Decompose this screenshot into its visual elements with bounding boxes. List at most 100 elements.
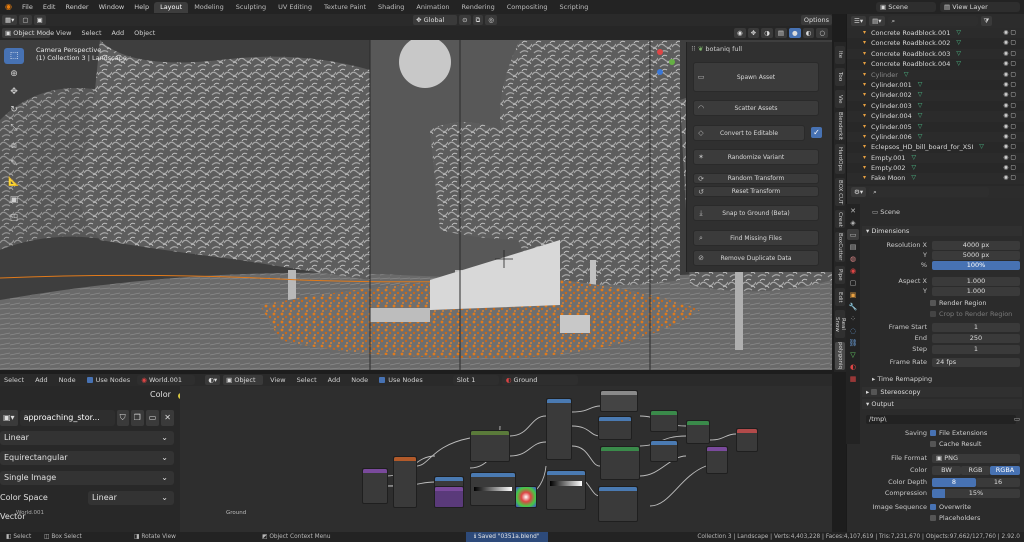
tab-edit[interactable]: Edit bbox=[835, 288, 845, 306]
frame-rate-dropdown[interactable]: 24 fps bbox=[932, 358, 1020, 367]
convert-checkbox[interactable]: ✓ bbox=[811, 127, 822, 138]
cage-tool-icon[interactable]: ◳ bbox=[4, 210, 24, 226]
slot-dropdown[interactable]: Slot 1 bbox=[452, 375, 499, 385]
world-selector[interactable]: ◉ World.001 bbox=[137, 375, 196, 385]
time-remapping-row[interactable]: ▸ Time Remapping bbox=[862, 375, 1022, 384]
tab-view[interactable]: Vie bbox=[835, 90, 845, 108]
menu-view[interactable]: View bbox=[52, 27, 75, 39]
tab-modeling[interactable]: Modeling bbox=[188, 2, 230, 13]
frame-step-field[interactable]: 1 bbox=[932, 345, 1020, 354]
add-cube-tool-icon[interactable]: ▣ bbox=[4, 192, 24, 208]
menu-render[interactable]: Render bbox=[60, 0, 93, 14]
dimensions-section[interactable]: ▾ Dimensions bbox=[862, 226, 1022, 236]
node-add-shader[interactable] bbox=[686, 420, 710, 444]
tab-sculpting[interactable]: Sculpting bbox=[230, 2, 272, 13]
shader-node-editor[interactable]: Ground bbox=[180, 386, 832, 532]
outliner-row[interactable]: ▾ Cylinder.004 ▽ ◉ ▢ bbox=[847, 111, 1024, 122]
object-mode-dropdown[interactable]: ▣ Object Mode bbox=[2, 28, 54, 38]
render-region-row[interactable]: Render Region bbox=[862, 299, 1022, 308]
visibility-toggle-icon[interactable]: ◉ ▢ bbox=[1003, 173, 1016, 183]
measure-tool-icon[interactable]: 📐 bbox=[4, 174, 24, 190]
image-name-field[interactable]: approaching_stor... bbox=[19, 410, 115, 426]
object-shader-dropdown[interactable]: ▣ Object bbox=[223, 375, 264, 385]
tab-create[interactable]: Creat bbox=[835, 210, 845, 228]
material-props-icon[interactable]: ◐ bbox=[847, 361, 859, 372]
tab-boxcutter[interactable]: BoxCutter bbox=[835, 232, 845, 262]
visibility-toggle-icon[interactable]: ◉ ▢ bbox=[1003, 28, 1016, 38]
outliner-row[interactable]: ▾ Empty.002 ▽ ◉ ▢ bbox=[847, 163, 1024, 173]
output-props-icon[interactable]: ▭ bbox=[847, 229, 859, 240]
object-props-icon[interactable]: ▣ bbox=[847, 289, 859, 300]
node-image-preview[interactable] bbox=[600, 390, 638, 412]
tab-layout[interactable]: Layout bbox=[154, 2, 189, 13]
select-tool-icon[interactable]: ⬚ bbox=[4, 48, 24, 64]
compression-slider[interactable]: 15% bbox=[932, 489, 1020, 498]
reset-transform-button[interactable]: ↺ Reset Transform bbox=[693, 186, 819, 197]
filter-icon[interactable]: ⧩ bbox=[980, 16, 993, 26]
crop-region-checkbox[interactable]: Crop to Render Region bbox=[930, 310, 1012, 319]
constraints-props-icon[interactable]: ⛓ bbox=[847, 337, 859, 348]
annotate-tool-icon[interactable]: ✎ bbox=[4, 156, 24, 172]
shield-icon[interactable]: ⛉ bbox=[116, 410, 129, 426]
color-rgb-button[interactable]: RGB bbox=[961, 466, 990, 475]
interpolation-dropdown[interactable]: Linear ⌄ bbox=[0, 431, 174, 445]
shading-material-icon[interactable]: ◐ bbox=[802, 28, 815, 38]
menu-node-node[interactable]: Node bbox=[55, 374, 80, 386]
node-mix-shader[interactable] bbox=[650, 410, 678, 432]
physics-props-icon[interactable]: ◌ bbox=[847, 325, 859, 336]
resolution-pct-field[interactable]: 100% bbox=[932, 261, 1020, 270]
menu-add[interactable]: Add bbox=[108, 27, 129, 39]
aspect-x-field[interactable]: 1.000 bbox=[932, 277, 1020, 286]
source-dropdown[interactable]: Single Image ⌄ bbox=[0, 471, 174, 485]
collection-props-icon[interactable]: ▢ bbox=[847, 277, 859, 288]
node-mix-2[interactable] bbox=[598, 416, 632, 440]
render-region-checkbox[interactable]: Render Region bbox=[930, 299, 986, 308]
shading-render-icon[interactable]: ○ bbox=[816, 28, 828, 38]
render-props-icon[interactable]: ◈ bbox=[847, 217, 859, 228]
move-tool-icon[interactable]: ✥ bbox=[4, 84, 24, 100]
tab-uv-editing[interactable]: UV Editing bbox=[272, 2, 318, 13]
outliner-row[interactable]: ▾ Fake Moon ▽ ◉ ▢ bbox=[847, 173, 1024, 184]
scene-selector[interactable]: ▣ Scene bbox=[876, 2, 936, 12]
botaniq-header[interactable]: ⠿ ❦ botaniq full bbox=[691, 44, 742, 54]
node-color-wheel[interactable] bbox=[515, 486, 537, 508]
blender-logo-icon[interactable]: ◉ bbox=[0, 0, 17, 14]
tab-scripting[interactable]: Scripting bbox=[554, 2, 595, 13]
pivot-icon[interactable]: ⊙ bbox=[459, 15, 471, 25]
remove-duplicate-data-button[interactable]: ⊘ Remove Duplicate Data bbox=[693, 250, 819, 266]
visibility-toggle-icon[interactable]: ◉ ▢ bbox=[1003, 142, 1016, 152]
tab-boxcut[interactable]: BOX CUT bbox=[835, 178, 845, 206]
texture-props-icon[interactable]: ▦ bbox=[847, 373, 859, 384]
node-material-output[interactable] bbox=[736, 428, 758, 452]
visibility-toggle-icon[interactable]: ◉ ▢ bbox=[1003, 70, 1016, 80]
options-dropdown[interactable]: Options bbox=[800, 15, 832, 25]
node-color-ramp[interactable] bbox=[470, 472, 516, 506]
close-icon[interactable]: ✕ bbox=[161, 410, 174, 426]
menu-help[interactable]: Help bbox=[129, 0, 154, 14]
menu-node-add[interactable]: Add bbox=[31, 374, 52, 386]
node-mapping[interactable] bbox=[362, 468, 388, 504]
tab-animation[interactable]: Animation bbox=[410, 2, 455, 13]
menu-object[interactable]: Object bbox=[130, 27, 159, 39]
menu-shader-select[interactable]: Select bbox=[293, 374, 321, 386]
view-layer-selector[interactable]: ▤ View Layer bbox=[940, 2, 1020, 12]
depth-8-button[interactable]: 8 bbox=[932, 478, 976, 487]
image-browse-icon[interactable]: ▣▾ bbox=[0, 410, 18, 426]
shader-editor-icon[interactable]: ◐▾ bbox=[205, 375, 221, 385]
depth-16-button[interactable]: 16 bbox=[976, 478, 1020, 487]
display-mode-icon[interactable]: ▤▾ bbox=[869, 16, 885, 26]
menu-edit[interactable]: Edit bbox=[38, 0, 61, 14]
node-vector-math[interactable] bbox=[434, 486, 464, 508]
tab-item[interactable]: Ite bbox=[835, 46, 845, 64]
randomize-variant-button[interactable]: ✶ Randomize Variant bbox=[693, 149, 819, 165]
visibility-icon[interactable]: ◉ bbox=[734, 28, 746, 38]
use-nodes-toggle-2[interactable]: Use Nodes bbox=[375, 374, 427, 386]
outliner-row[interactable]: ▾ Cylinder.002 ▽ ◉ ▢ bbox=[847, 90, 1024, 101]
overlay-icon[interactable]: ◑ bbox=[761, 28, 773, 38]
folder-icon[interactable]: ▭ bbox=[1014, 415, 1020, 424]
gizmo-icon[interactable]: ✥ bbox=[747, 28, 760, 38]
visibility-toggle-icon[interactable]: ◉ ▢ bbox=[1003, 153, 1016, 163]
cursor-tool-icon[interactable]: ⊕ bbox=[4, 66, 24, 82]
visibility-toggle-icon[interactable]: ◉ ▢ bbox=[1003, 80, 1016, 90]
color-rgba-button[interactable]: RGBA bbox=[990, 466, 1020, 475]
